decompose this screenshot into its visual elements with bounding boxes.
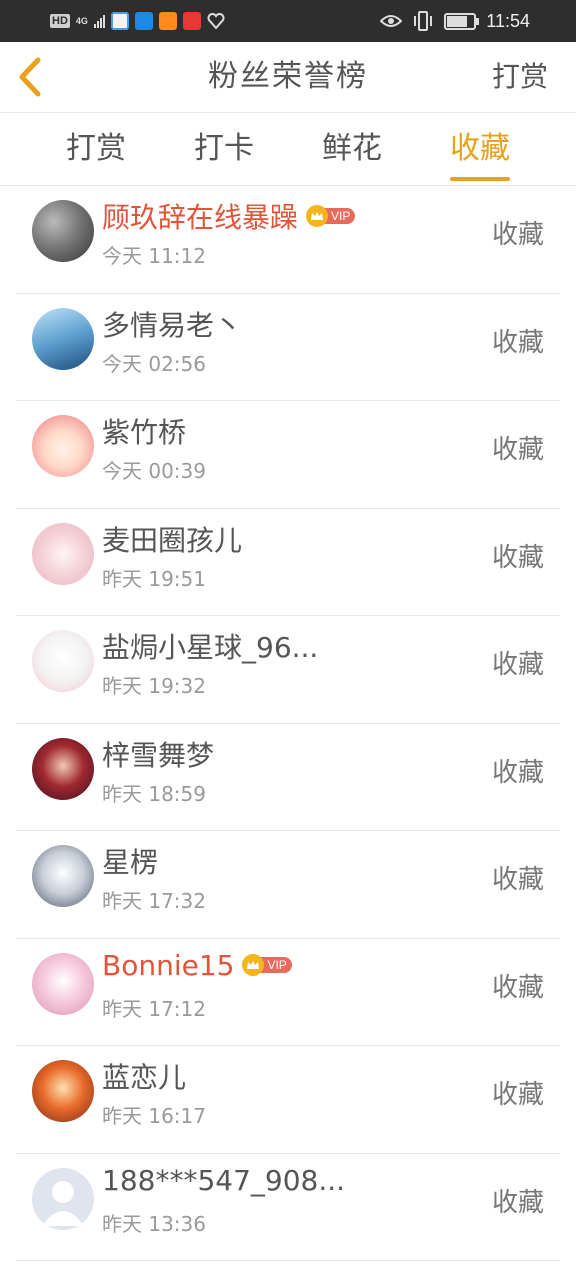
list-item[interactable]: 盐焗小星球_96... 昨天 19:32 收藏	[0, 616, 576, 724]
timestamp: 今天 00:39	[102, 459, 206, 483]
list-item[interactable]: 梓雪舞梦昨天 18:59 收藏	[0, 724, 576, 831]
fan-name: 188***547_908...	[102, 1164, 345, 1197]
action-label: 收藏	[491, 757, 544, 788]
timestamp: 昨天 17:32	[102, 889, 206, 913]
vip-badge: VIP	[242, 954, 292, 976]
vip-badge: VIP	[306, 205, 356, 227]
fan-name-text: 188***547_908...	[102, 1163, 346, 1197]
action-label: 收藏	[491, 1187, 544, 1218]
tab-bar: 打赏 打卡 鲜花 收藏	[0, 113, 576, 186]
battery-icon	[444, 12, 480, 30]
network-type: 4G	[75, 15, 88, 26]
fan-name-text: 梓雪舞梦	[102, 738, 215, 772]
default-user-icon	[42, 1180, 84, 1226]
fan-name: Bonnie15 VIP	[102, 949, 292, 982]
fan-name-text: 蓝恋儿	[102, 1061, 187, 1094]
app-notification-icon	[182, 12, 201, 30]
action-label: 收藏	[491, 1080, 544, 1110]
avatar[interactable]	[32, 522, 94, 585]
tab-label: 鲜花	[322, 131, 382, 166]
timestamp: 昨天 16:17	[102, 1104, 206, 1128]
timestamp: 今天 02:56	[102, 351, 206, 376]
fan-name: 多情易老丶	[102, 304, 242, 344]
action-label: 收藏	[491, 435, 544, 465]
tab-flowers[interactable]: 鲜花	[292, 113, 412, 185]
timestamp: 昨天 19:32	[102, 674, 206, 698]
list-item[interactable]: 麦田圈孩儿昨天 19:51 收藏	[0, 509, 576, 616]
fan-name: 星楞	[102, 841, 158, 881]
reward-button[interactable]: 打赏	[492, 42, 548, 112]
list-item[interactable]: 188***547_908... 昨天 13:36 收藏	[0, 1154, 576, 1261]
avatar[interactable]	[32, 1167, 94, 1230]
action-label: 收藏	[491, 327, 544, 358]
list-item[interactable]: Bonnie15 VIP 昨天 17:12 收藏	[0, 939, 576, 1046]
fan-name: 紫竹桥	[102, 411, 186, 451]
app-notification-icon	[134, 12, 153, 30]
fan-name-text: 顾玖辞在线暴躁	[102, 201, 299, 234]
avatar[interactable]	[32, 845, 94, 907]
fan-name: 盐焗小星球_96...	[102, 626, 318, 666]
action-label: 收藏	[491, 220, 544, 250]
list-item[interactable]: 顾玖辞在线暴躁 VIP 今天 11:12 收藏	[0, 186, 576, 294]
avatar[interactable]	[32, 415, 94, 477]
fan-name: 麦田圈孩儿	[102, 519, 242, 559]
page-title: 粉丝荣誉榜	[208, 59, 368, 94]
tab-label: 打卡	[194, 131, 254, 166]
fan-name: 蓝恋儿	[102, 1056, 186, 1096]
signal-icon	[93, 14, 105, 28]
fan-name: 梓雪舞梦	[102, 734, 214, 774]
avatar[interactable]	[32, 1060, 94, 1122]
action-label: 收藏	[491, 542, 544, 573]
tab-label: 打赏	[66, 131, 126, 166]
heart-outline-icon	[207, 13, 225, 29]
action-label: 收藏	[491, 650, 544, 680]
list-item[interactable]: 多情易老丶今天 02:56 收藏	[0, 294, 576, 401]
fan-name-text: 盐焗小星球_96...	[102, 631, 319, 664]
fan-name-text: 麦田圈孩儿	[102, 523, 243, 557]
timestamp: 昨天 19:51	[102, 566, 206, 591]
list-item[interactable]: 星楞昨天 17:32 收藏	[0, 831, 576, 939]
fan-name-text: Bonnie15	[102, 948, 235, 982]
timestamp: 昨天 17:12	[102, 996, 206, 1021]
clock: 11:54	[486, 10, 530, 31]
app-notification-icon	[158, 12, 177, 30]
avatar[interactable]	[32, 200, 94, 262]
action-label: 收藏	[491, 865, 544, 895]
status-left: HD 4G	[50, 8, 225, 34]
avatar[interactable]	[32, 307, 94, 370]
app-notification-icon	[110, 12, 129, 30]
fan-list: 顾玖辞在线暴躁 VIP 今天 11:12 收藏 多情易老丶 今天 02:56 收藏 紫竹桥 今天…	[0, 186, 576, 1261]
tab-checkin[interactable]: 打卡	[164, 113, 284, 185]
status-bar: HD 4G 11:54	[0, 0, 576, 42]
top-bar: 粉丝荣誉榜 打赏	[0, 42, 576, 113]
fan-name-text: 紫竹桥	[102, 416, 187, 449]
timestamp: 昨天 13:36	[102, 1211, 206, 1236]
fan-name: 顾玖辞在线暴躁 VIP	[102, 196, 356, 236]
tab-reward[interactable]: 打赏	[36, 113, 156, 185]
list-item[interactable]: 蓝恋儿昨天 16:17 收藏	[0, 1046, 576, 1154]
tab-favorites[interactable]: 收藏	[420, 113, 540, 185]
fan-name-text: 多情易老丶	[102, 308, 243, 342]
list-item[interactable]: 紫竹桥今天 00:39 收藏	[0, 401, 576, 509]
active-tab-indicator	[450, 177, 510, 181]
eye-icon	[380, 15, 403, 27]
timestamp: 今天 11:12	[102, 244, 206, 268]
avatar[interactable]	[32, 737, 94, 800]
crown-icon	[306, 205, 329, 227]
divider	[16, 1260, 560, 1261]
avatar[interactable]	[32, 952, 94, 1015]
tab-label: 收藏	[450, 131, 510, 166]
status-right: 11:54	[380, 8, 530, 34]
fan-name-text: 星楞	[102, 846, 159, 879]
hd-indicator: HD	[50, 14, 70, 28]
vibrate-icon	[414, 11, 433, 31]
avatar[interactable]	[32, 630, 94, 692]
timestamp: 昨天 18:59	[102, 781, 206, 806]
action-label: 收藏	[491, 972, 544, 1003]
